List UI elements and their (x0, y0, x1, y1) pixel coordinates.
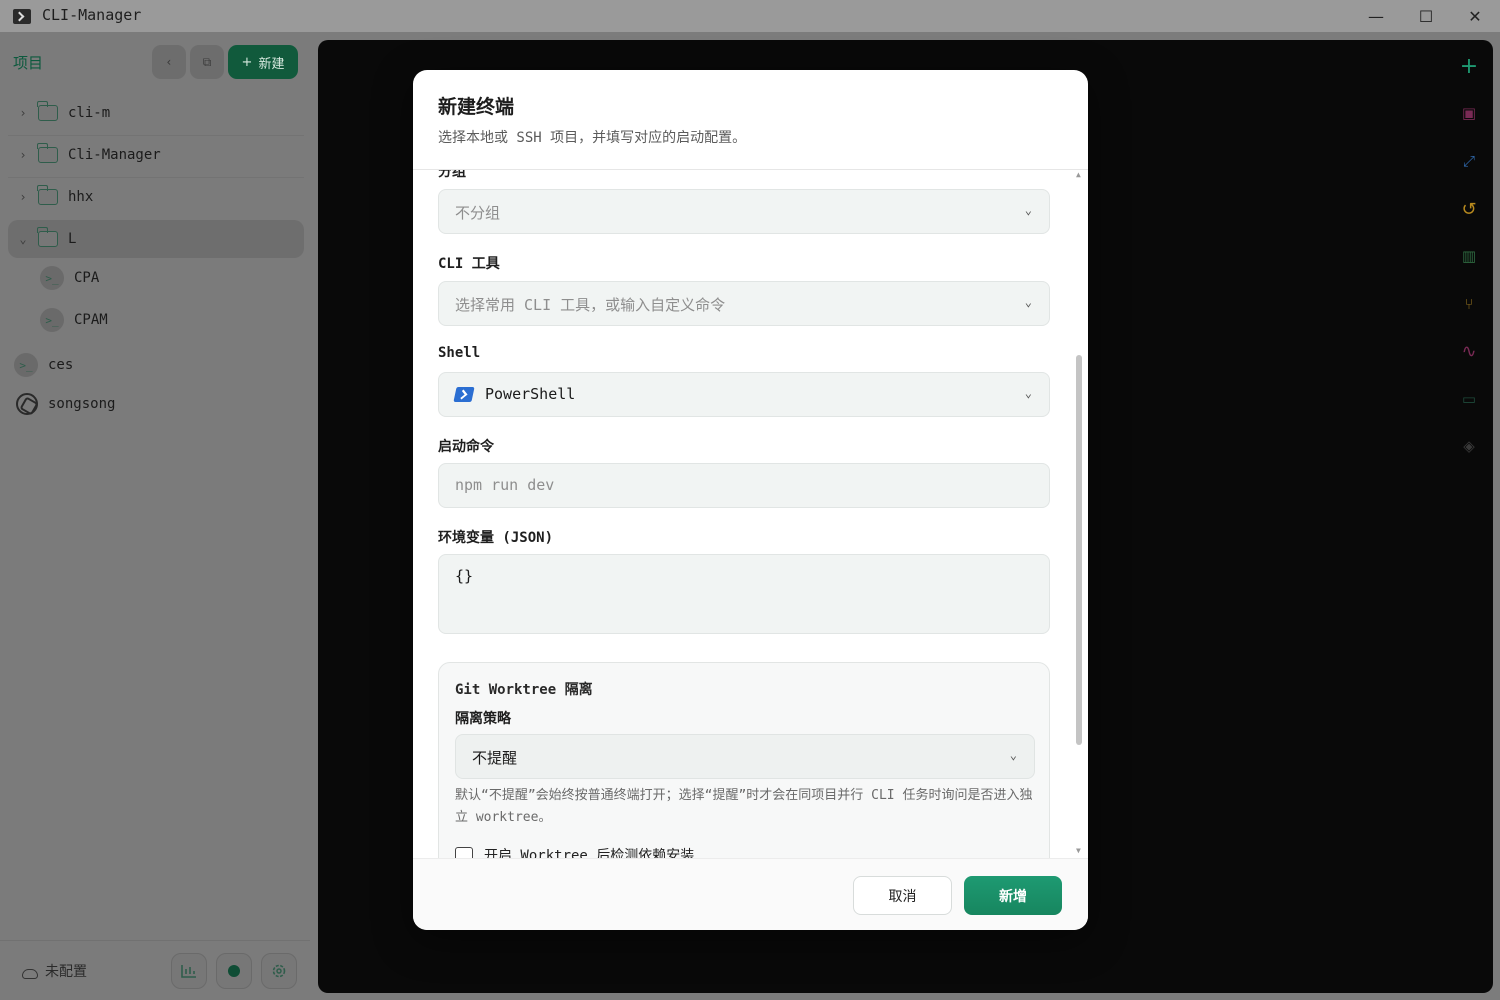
record-icon (228, 965, 240, 977)
back-button[interactable]: ‹ (152, 45, 186, 79)
history-icon[interactable]: ↺ (1458, 198, 1480, 220)
submit-button[interactable]: 新增 (964, 876, 1062, 915)
layers-icon[interactable]: ◈ (1458, 435, 1480, 457)
start-command-label: 启动命令 (438, 439, 494, 455)
activity-icon[interactable]: ∿ (1458, 340, 1480, 362)
chart-icon[interactable]: ▥ (1458, 245, 1480, 267)
cli-tool-label: CLI 工具 (438, 256, 500, 272)
project-folder-hhx[interactable]: › hhx (8, 178, 304, 216)
project-label: Cli-Manager (68, 147, 161, 163)
folder-icon (37, 101, 58, 121)
terminal-label: songsong (48, 396, 116, 412)
chevron-down-icon: ⌄ (1024, 295, 1032, 309)
terminal-icon: >_ (40, 308, 64, 332)
terminal-app-icon (13, 9, 31, 24)
chevron-down-icon: ⌄ (1024, 203, 1032, 217)
folder-icon (37, 227, 58, 247)
group-label: 分组 (438, 170, 466, 180)
git-branch-icon[interactable]: ⑂ (1458, 293, 1480, 315)
start-command-input[interactable]: npm run dev (438, 463, 1050, 508)
chevron-down-icon: ⌄ (1009, 748, 1017, 762)
scrollbar-thumb[interactable] (1076, 355, 1082, 745)
terminal-icon[interactable]: ▣ (1458, 102, 1480, 124)
terminal-icon: >_ (40, 266, 64, 290)
shell-label: Shell (438, 345, 481, 361)
terminal-item-songsong[interactable]: songsong (16, 385, 304, 423)
settings-button[interactable] (261, 953, 297, 989)
dependency-check-checkbox[interactable] (455, 847, 473, 858)
chevron-down-icon: ⌄ (1024, 386, 1032, 400)
cancel-button[interactable]: 取消 (853, 876, 952, 915)
chevron-right-icon[interactable]: › (8, 148, 38, 162)
folder-icon (37, 143, 58, 163)
project-folder-cli-manager[interactable]: › Cli-Manager (8, 136, 304, 174)
strategy-select[interactable]: 不提醒 ⌄ (455, 734, 1035, 779)
env-value: {} (455, 567, 474, 585)
title-bar: CLI-Manager — ☐ ✕ (0, 0, 1500, 32)
new-project-button[interactable]: + 新建 (228, 45, 298, 79)
chevron-right-icon[interactable]: › (8, 190, 38, 204)
strategy-label: 隔离策略 (455, 711, 511, 727)
dialog-title: 新建终端 (438, 96, 515, 118)
close-button[interactable]: ✕ (1451, 0, 1499, 32)
sync-status[interactable]: 未配置 (45, 961, 87, 981)
minimize-button[interactable]: — (1352, 0, 1400, 32)
terminal-item-ces[interactable]: >_ ces (14, 346, 304, 384)
scroll-down-arrow[interactable]: ▼ (1076, 846, 1081, 855)
new-terminal-dialog: 新建终端 选择本地或 SSH 项目，并填写对应的启动配置。 分组 不分组 ⌄ C… (413, 70, 1088, 930)
project-label: cli-m (68, 105, 111, 121)
env-textarea[interactable]: {} (438, 554, 1050, 634)
project-label: hhx (68, 189, 94, 205)
folder-icon[interactable]: ▭ (1458, 388, 1480, 410)
record-button[interactable] (216, 953, 252, 989)
chart-icon (181, 965, 196, 978)
dependency-check-label[interactable]: 开启 Worktree 后检测依赖安装 (484, 845, 694, 858)
strategy-value: 不提醒 (472, 749, 518, 767)
dialog-footer: 取消 新增 (413, 858, 1088, 930)
terminal-item-cpa[interactable]: >_ CPA (40, 259, 304, 297)
stats-button[interactable] (171, 953, 207, 989)
powershell-icon (453, 387, 475, 402)
gear-icon (272, 964, 286, 978)
cli-tool-select[interactable]: 选择常用 CLI 工具，或输入自定义命令 ⌄ (438, 281, 1050, 326)
plus-icon: + (241, 54, 253, 70)
dialog-subtitle: 选择本地或 SSH 项目，并填写对应的启动配置。 (438, 130, 747, 146)
chevron-down-icon[interactable]: ⌄ (8, 232, 38, 246)
cli-tool-placeholder: 选择常用 CLI 工具，或输入自定义命令 (455, 296, 726, 314)
terminal-item-cpam[interactable]: >_ CPAM (40, 301, 304, 339)
start-command-placeholder: npm run dev (455, 476, 555, 494)
terminal-label: ces (48, 357, 74, 373)
worktree-card: Git Worktree 隔离 隔离策略 不提醒 ⌄ 默认“不提醒”会始终按普通… (438, 662, 1050, 858)
new-button-label: 新建 (258, 56, 285, 72)
expand-icon[interactable]: ⤢ (1458, 150, 1480, 172)
project-label: L (68, 231, 77, 247)
sidebar-title: 项目 (13, 54, 44, 72)
terminal-label: CPAM (74, 312, 108, 328)
group-value: 不分组 (455, 204, 501, 222)
folder-icon (37, 185, 58, 205)
openai-icon (16, 393, 38, 415)
strategy-hint: 默认“不提醒”会始终按普通终端打开；选择“提醒”时才会在同项目并行 CLI 任务… (455, 788, 1033, 825)
terminal-label: CPA (74, 270, 100, 286)
shell-value: PowerShell (485, 385, 576, 403)
sidebar-header: 项目 ‹ ⧉ + 新建 (0, 40, 310, 84)
worktree-title: Git Worktree 隔离 (455, 682, 593, 698)
sidebar-footer: 未配置 (0, 940, 310, 1000)
terminal-icon: >_ (14, 353, 38, 377)
window-title: CLI-Manager (42, 6, 142, 24)
open-folder-button[interactable]: ⧉ (190, 45, 224, 79)
env-label: 环境变量 (JSON) (438, 530, 554, 546)
dialog-form: 分组 不分组 ⌄ CLI 工具 选择常用 CLI 工具，或输入自定义命令 ⌄ S… (413, 170, 1088, 858)
project-folder-l[interactable]: ⌄ L (8, 220, 304, 258)
add-icon[interactable]: + (1458, 54, 1480, 79)
cloud-icon (22, 969, 38, 979)
shell-select[interactable]: PowerShell ⌄ (438, 372, 1050, 417)
chevron-right-icon[interactable]: › (8, 106, 38, 120)
sidebar: 项目 ‹ ⧉ + 新建 › cli-m › Cli-Manager › hhx … (0, 32, 310, 1000)
group-select[interactable]: 不分组 ⌄ (438, 189, 1050, 234)
scroll-up-arrow[interactable]: ▲ (1076, 170, 1081, 179)
maximize-button[interactable]: ☐ (1402, 0, 1450, 32)
project-folder-cli-m[interactable]: › cli-m (8, 94, 304, 132)
